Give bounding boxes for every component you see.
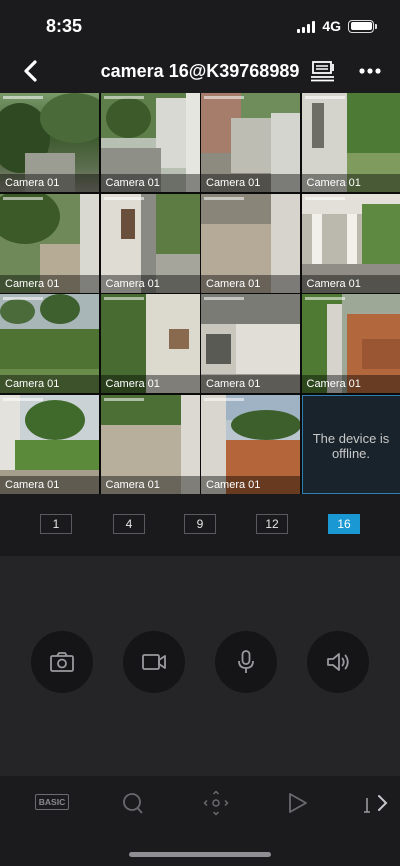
camera-tile[interactable]: Camera 01	[100, 93, 200, 192]
camera-tile-offline[interactable]: The device is offline.	[301, 394, 400, 494]
video-record-icon	[142, 654, 166, 670]
status-bar: 8:35 4G	[0, 0, 400, 50]
record-button[interactable]	[123, 631, 185, 693]
offline-message: The device is offline.	[312, 430, 390, 461]
status-indicators: 4G	[297, 18, 377, 34]
camera-label: Camera 01	[0, 174, 99, 192]
layout-16-button[interactable]: 16	[328, 514, 360, 534]
camera-label: Camera 01	[0, 375, 99, 393]
camera-label: Camera 01	[0, 274, 99, 293]
status-time: 8:35	[46, 16, 83, 36]
camera-label: Camera 01	[201, 375, 300, 393]
ptz-button[interactable]	[199, 790, 233, 816]
camera-label: Camera 01	[201, 174, 300, 192]
layout-1-button[interactable]: 1	[40, 514, 72, 534]
camera-tile[interactable]: Camera 01	[100, 394, 200, 494]
camera-tile[interactable]: Camera 01	[301, 93, 400, 192]
camera-tile[interactable]: Camera 01	[301, 193, 400, 293]
page-title: camera 16@K39768989	[100, 61, 300, 81]
camera-tile[interactable]: Camera 01	[0, 93, 99, 192]
camera-grid: Camera 01 Camera 01 Camera 01 Camera 01 …	[0, 93, 400, 494]
camera-label: Camera 01	[100, 174, 200, 192]
camera-tile[interactable]: Camera 01	[0, 394, 99, 494]
play-icon	[289, 793, 307, 813]
layout-selector: 1 4 9 12 16	[0, 494, 400, 556]
network-type: 4G	[322, 18, 341, 34]
camera-label: Camera 01	[301, 375, 400, 393]
camera-label: Camera 01	[100, 375, 200, 393]
camera-tile[interactable]: Camera 01	[201, 93, 300, 192]
camera-label: Camera 01	[0, 475, 99, 494]
camera-label: Camera 01	[100, 475, 200, 494]
control-panel	[0, 556, 400, 776]
camera-label: Camera 01	[301, 274, 400, 293]
camera-tile[interactable]: Camera 01	[100, 294, 200, 393]
chevron-right-icon	[364, 795, 388, 813]
ptz-direction-icon	[203, 790, 229, 816]
signal-strength-icon	[297, 20, 316, 33]
basic-mode-button[interactable]: BASIC	[35, 790, 69, 816]
camera-label: Camera 01	[201, 475, 300, 494]
camera-tile[interactable]: Camera 01	[201, 394, 300, 494]
camera-icon	[50, 652, 74, 672]
basic-label: BASIC	[35, 794, 69, 810]
speaker-icon	[327, 653, 349, 671]
camera-label: Camera 01	[100, 274, 200, 293]
camera-tile[interactable]: Camera 01	[0, 294, 99, 393]
camera-tile[interactable]: Camera 01	[201, 294, 300, 393]
more-tools-button[interactable]	[362, 790, 396, 816]
layout-9-button[interactable]: 9	[184, 514, 216, 534]
home-indicator	[129, 852, 271, 857]
monitor-layout-icon	[311, 61, 334, 82]
zoom-button[interactable]	[116, 790, 150, 816]
more-options-button[interactable]	[354, 56, 386, 86]
camera-tile[interactable]: Camera 01	[100, 193, 200, 293]
layout-4-button[interactable]: 4	[113, 514, 145, 534]
layout-12-button[interactable]: 12	[256, 514, 288, 534]
camera-tile[interactable]: Camera 01	[301, 294, 400, 393]
microphone-icon	[238, 650, 254, 673]
search-icon	[123, 793, 143, 814]
snapshot-button[interactable]	[31, 631, 93, 693]
talk-button[interactable]	[215, 631, 277, 693]
camera-label: Camera 01	[301, 174, 400, 192]
camera-label: Camera 01	[201, 274, 300, 293]
battery-icon	[348, 19, 377, 33]
device-layout-button[interactable]	[308, 56, 338, 86]
audio-button[interactable]	[307, 631, 369, 693]
camera-tile[interactable]: Camera 01	[201, 193, 300, 293]
nav-bar: camera 16@K39768989	[0, 52, 400, 92]
playback-button[interactable]	[280, 790, 314, 816]
more-dots-icon	[359, 68, 381, 74]
camera-tile[interactable]: Camera 01	[0, 193, 99, 293]
